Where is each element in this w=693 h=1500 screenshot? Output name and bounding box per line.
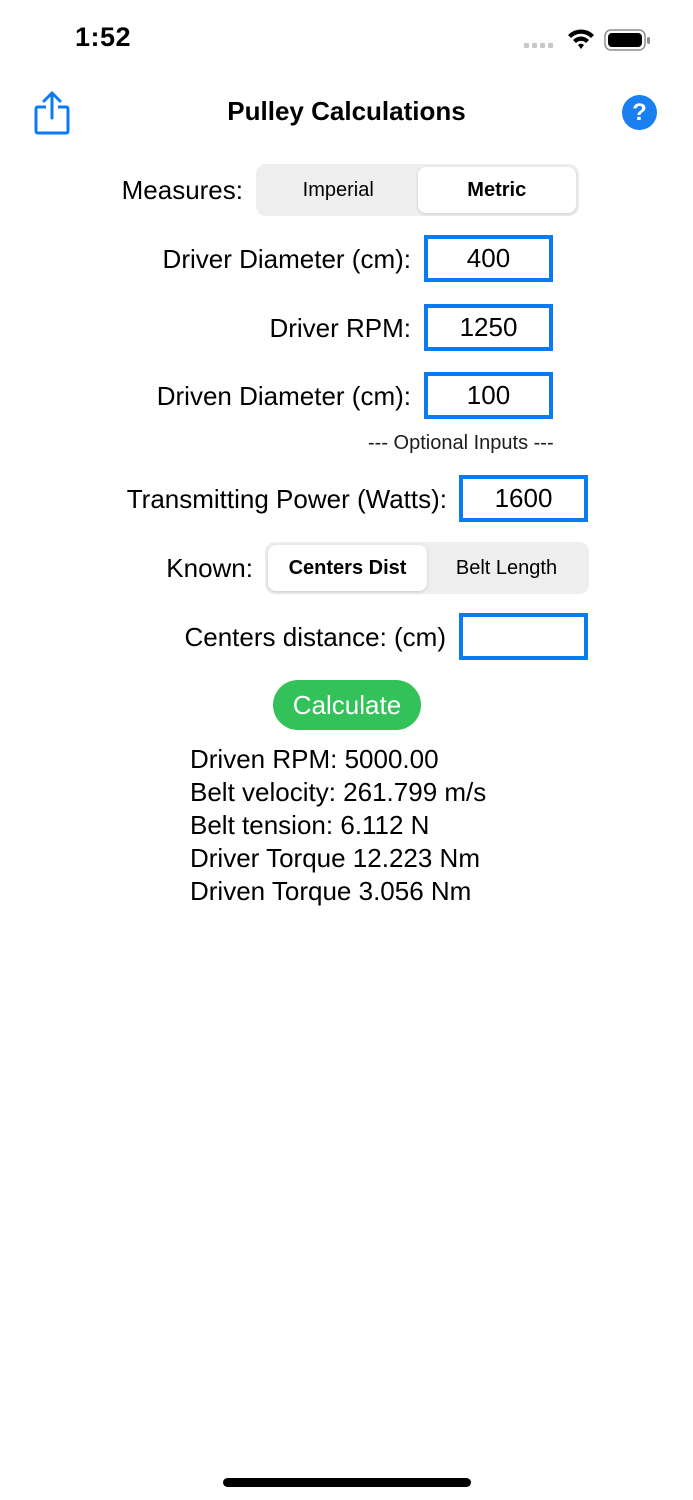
status-icons: [523, 26, 653, 54]
transmitting-power-label: Transmitting Power (Watts):: [126, 484, 447, 514]
driver-rpm-field[interactable]: [424, 304, 553, 351]
centers-distance-label: Centers distance: (cm): [184, 622, 446, 652]
result-belt-velocity: Belt velocity: 261.799 m/s: [190, 777, 487, 807]
battery-icon: [604, 29, 650, 51]
status-icons-graphic: [524, 29, 650, 51]
cellular-signal-icon: [524, 43, 553, 48]
measures-label: Measures:: [121, 175, 243, 205]
result-driven-torque: Driven Torque 3.056 Nm: [190, 876, 472, 906]
measures-option-metric[interactable]: Metric: [417, 167, 576, 213]
page-title: Pulley Calculations: [227, 96, 466, 126]
help-button[interactable]: ?: [622, 95, 657, 130]
result-belt-tension: Belt tension: 6.112 N: [190, 810, 430, 840]
measures-option-imperial[interactable]: Imperial: [259, 167, 418, 213]
calculate-button[interactable]: Calculate: [273, 680, 421, 730]
centers-distance-field[interactable]: [459, 613, 588, 660]
home-indicator[interactable]: [223, 1478, 471, 1487]
transmitting-power-field[interactable]: [459, 475, 588, 522]
known-label: Known:: [166, 553, 253, 583]
wifi-icon: [568, 29, 594, 49]
status-time: 1:52: [75, 22, 132, 52]
known-segmented-control[interactable]: Centers Dist Belt Length: [265, 542, 589, 594]
driven-diameter-field[interactable]: [424, 372, 553, 419]
driver-diameter-field[interactable]: [424, 235, 553, 282]
known-option-belt-length[interactable]: Belt Length: [427, 545, 586, 591]
driver-diameter-label: Driver Diameter (cm):: [162, 244, 411, 274]
driven-diameter-label: Driven Diameter (cm):: [156, 381, 411, 411]
help-icon: ?: [632, 98, 647, 126]
measures-segmented-control[interactable]: Imperial Metric: [256, 164, 579, 216]
results-list: Driven RPM: 5000.00 Belt velocity: 261.7…: [190, 743, 486, 908]
driver-rpm-label: Driver RPM:: [269, 313, 411, 343]
known-option-centers-dist[interactable]: Centers Dist: [268, 545, 427, 591]
result-driven-rpm: Driven RPM: 5000.00: [190, 744, 439, 774]
optional-inputs-note: --- Optional Inputs ---: [368, 432, 554, 454]
result-driver-torque: Driver Torque 12.223 Nm: [190, 843, 480, 873]
